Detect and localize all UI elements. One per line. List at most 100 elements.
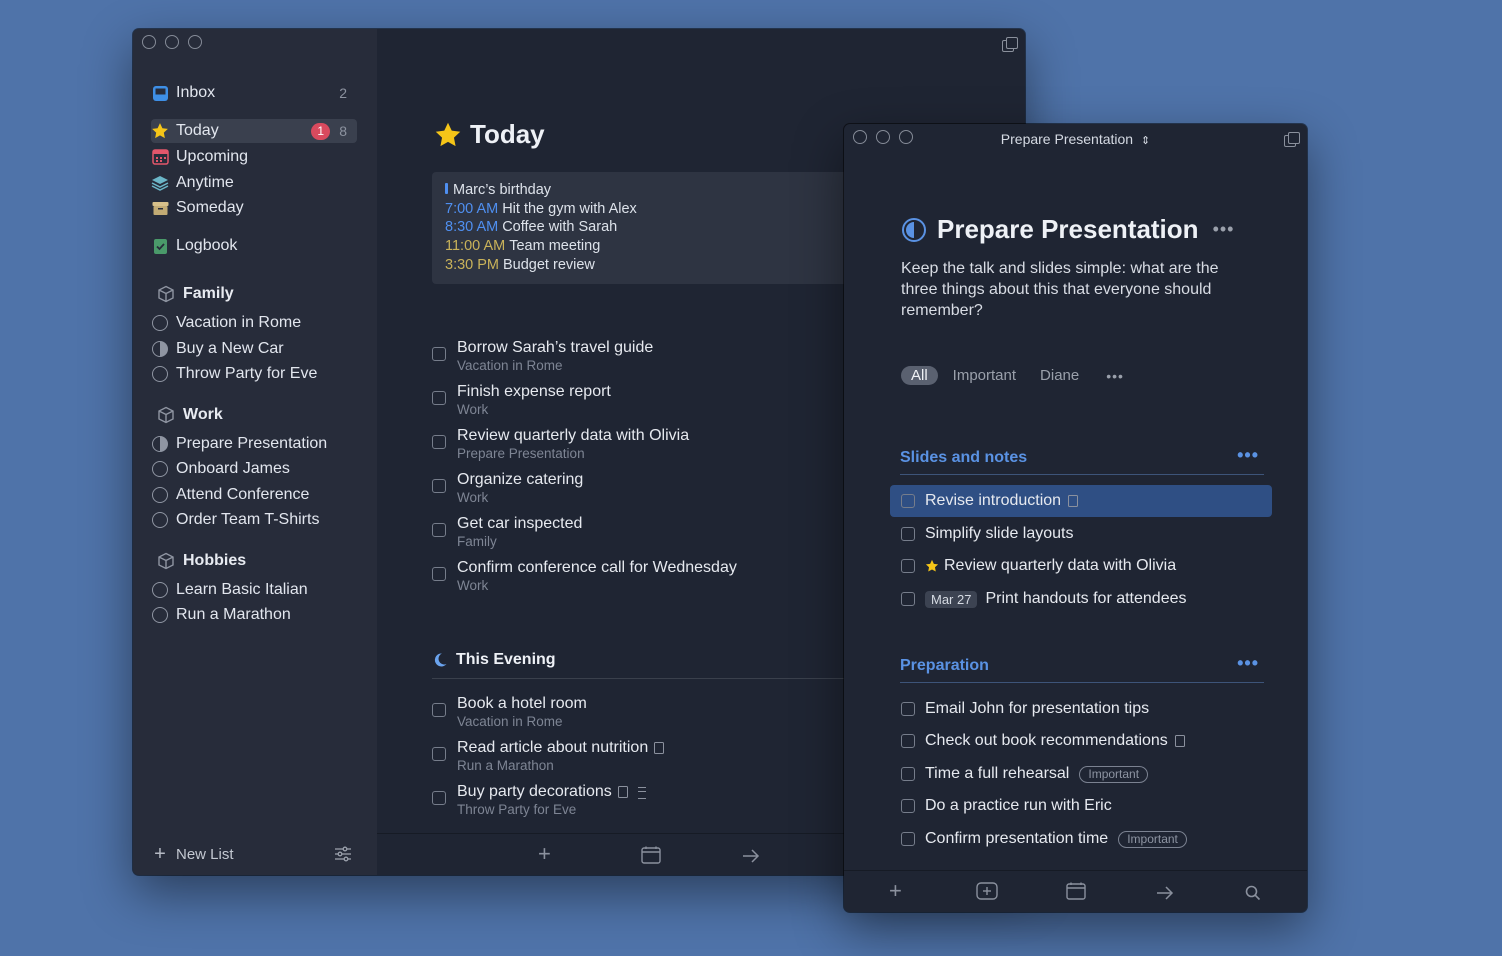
task-row[interactable]: Time a full rehearsal Important (890, 758, 1272, 790)
minimize-button[interactable] (165, 35, 179, 49)
calendar-event: 8:30 AM Coffee with Sarah (445, 218, 839, 237)
filter-important[interactable]: Important (953, 367, 1016, 384)
section-heading[interactable]: Slides and notes ••• (900, 445, 1264, 475)
sidebar-project-order-team-t-shirts[interactable]: Order Team T-Shirts (151, 508, 357, 532)
sidebar-project-throw-party-for-eve[interactable]: Throw Party for Eve (151, 362, 357, 386)
section-title: Preparation (900, 657, 989, 674)
task-project: Vacation in Rome (457, 358, 563, 373)
sidebar-project-buy-a-new-car[interactable]: Buy a New Car (151, 337, 357, 361)
task-checkbox[interactable] (432, 391, 446, 405)
sidebar-item-label: Today (176, 122, 219, 139)
add-heading-icon[interactable] (976, 882, 998, 904)
section-heading[interactable]: Preparation ••• (900, 653, 1264, 683)
sidebar-project-attend-conference[interactable]: Attend Conference (151, 483, 357, 507)
task-checkbox[interactable] (901, 832, 915, 846)
task-row[interactable]: Confirm presentation time Important (890, 823, 1272, 855)
plus-icon[interactable]: + (538, 843, 551, 865)
task-row[interactable]: Revise introduction (890, 485, 1272, 517)
task-title: Simplify slide layouts (925, 525, 1074, 542)
task-row[interactable]: Mar 27 Print handouts for attendees (890, 583, 1272, 615)
sliders-icon[interactable] (334, 845, 352, 868)
task-project: Work (457, 578, 489, 593)
task-checkbox[interactable] (901, 559, 915, 573)
task-checkbox[interactable] (432, 567, 446, 581)
more-options-icon[interactable]: ••• (1237, 445, 1259, 466)
project-notes[interactable]: Keep the talk and slides simple: what ar… (901, 258, 1251, 321)
fullscreen-icon[interactable] (1284, 132, 1300, 147)
sidebar-item-upcoming[interactable]: Upcoming (151, 145, 357, 169)
task-title: Confirm conference call for Wednesday (457, 559, 737, 576)
sidebar-project-vacation-in-rome[interactable]: Vacation in Rome (151, 311, 357, 335)
fullscreen-icon[interactable] (1002, 37, 1018, 52)
more-options-icon[interactable]: ••• (1213, 219, 1235, 240)
area-hobbies[interactable]: Hobbies (157, 552, 246, 570)
task-checkbox[interactable] (901, 767, 915, 781)
event-title: Team meeting (509, 238, 601, 255)
task-checkbox[interactable] (901, 592, 915, 606)
task-checkbox[interactable] (432, 703, 446, 717)
moon-icon (432, 652, 448, 668)
task-title-wrap: Read article about nutrition (457, 739, 665, 757)
window-title-bar[interactable]: Prepare Presentation ⇕ (844, 124, 1307, 156)
today-due-badge: 1 (311, 122, 330, 140)
task-checkbox[interactable] (432, 479, 446, 493)
project-progress-icon (151, 314, 169, 332)
evening-header: This Evening (432, 651, 852, 679)
sidebar-item-label: Inbox (176, 84, 216, 101)
sidebar-item-logbook[interactable]: Logbook (151, 234, 357, 258)
task-checkbox[interactable] (901, 702, 915, 716)
note-icon (1174, 735, 1185, 747)
sidebar-item-anytime[interactable]: Anytime (151, 171, 357, 195)
task-row[interactable]: Do a practice run with Eric (890, 790, 1272, 822)
task-checkbox[interactable] (901, 494, 915, 508)
task-checkbox[interactable] (432, 791, 446, 805)
evening-title: This Evening (456, 651, 556, 668)
task-title: Confirm presentation time (925, 830, 1109, 847)
project-progress-icon (151, 365, 169, 383)
plus-icon[interactable]: + (889, 880, 902, 902)
zoom-button[interactable] (188, 35, 202, 49)
close-button[interactable] (142, 35, 156, 49)
page-title-text: Today (470, 119, 545, 149)
task-row[interactable]: Check out book recommendations (890, 725, 1272, 757)
sidebar-item-inbox[interactable]: Inbox 2 (151, 81, 357, 105)
arrow-right-icon[interactable] (1156, 883, 1174, 905)
sidebar-project-learn-basic-italian[interactable]: Learn Basic Italian (151, 578, 357, 602)
task-checkbox[interactable] (901, 799, 915, 813)
task-checkbox[interactable] (432, 347, 446, 361)
task-row[interactable]: Simplify slide layouts (890, 518, 1272, 550)
sidebar-project-prepare-presentation[interactable]: Prepare Presentation (151, 432, 357, 456)
calendar-icon[interactable] (641, 846, 661, 868)
task-checkbox[interactable] (901, 734, 915, 748)
task-checkbox[interactable] (901, 527, 915, 541)
filter-diane[interactable]: Diane (1040, 367, 1079, 384)
calendar-icon[interactable] (1066, 882, 1086, 904)
task-row[interactable]: Email John for presentation tips (890, 693, 1272, 725)
arrow-right-icon[interactable] (742, 846, 760, 868)
filter-all[interactable]: All (901, 366, 938, 385)
date-badge: Mar 27 (925, 590, 978, 608)
task-row[interactable]: Review quarterly data with Olivia (890, 550, 1272, 582)
project-title[interactable]: Prepare Presentation (937, 214, 1199, 245)
search-icon[interactable] (1245, 883, 1261, 905)
area-work[interactable]: Work (157, 406, 223, 424)
task-title: Check out book recommendations (925, 732, 1168, 749)
archive-box-icon (151, 199, 169, 217)
more-filters-icon[interactable]: ••• (1106, 368, 1124, 384)
task-title: Book a hotel room (457, 695, 587, 712)
task-checkbox[interactable] (432, 435, 446, 449)
sidebar-item-someday[interactable]: Someday (151, 196, 357, 220)
task-checkbox[interactable] (432, 747, 446, 761)
calendar-events: Marc’s birthday 7:00 AM Hit the gym with … (432, 172, 852, 284)
project-progress-icon (901, 217, 927, 243)
event-title: Budget review (503, 256, 595, 273)
area-label: Family (183, 285, 234, 302)
new-list-button[interactable]: + New List (151, 842, 233, 866)
area-family[interactable]: Family (157, 285, 234, 303)
task-checkbox[interactable] (432, 523, 446, 537)
task-project: Family (457, 534, 497, 549)
sidebar-project-onboard-james[interactable]: Onboard James (151, 457, 357, 481)
sidebar-item-today[interactable]: Today 1 8 (151, 119, 357, 143)
sidebar-project-run-a-marathon[interactable]: Run a Marathon (151, 603, 357, 627)
more-options-icon[interactable]: ••• (1237, 653, 1259, 674)
